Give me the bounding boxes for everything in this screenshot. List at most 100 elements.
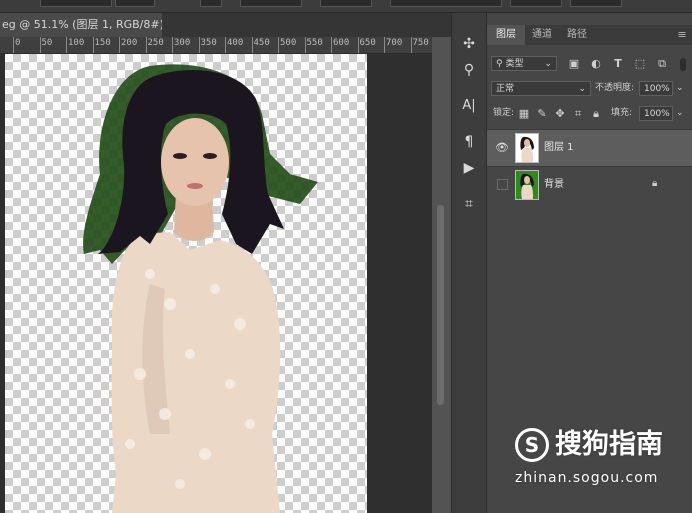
ruler-label: 600 <box>333 38 350 48</box>
layer-thumbnail <box>515 170 539 200</box>
option-field[interactable] <box>40 0 112 7</box>
ruler-tick <box>119 37 120 53</box>
eye-icon[interactable]: 👁︎ <box>495 141 509 154</box>
face <box>161 118 229 206</box>
layer-thumbnail-image <box>520 136 534 162</box>
options-bar <box>0 0 692 13</box>
ruler-label: 650 <box>359 38 376 48</box>
opacity-chevron-icon[interactable]: ⌄ <box>676 81 684 96</box>
layer-thumbnail <box>515 133 539 163</box>
option-field[interactable] <box>200 0 222 7</box>
ruler-label: 150 <box>94 38 111 48</box>
watermark-brand: 搜狗指南 <box>555 429 663 460</box>
woman-cutout-image <box>83 64 318 513</box>
option-field[interactable] <box>115 0 155 7</box>
horizontal-ruler: 0 50 100 150 200 250 300 350 400 450 500 550 600 650 7… <box>0 37 432 54</box>
ruler-label: 250 <box>147 38 164 48</box>
ruler-tick <box>92 37 94 53</box>
watermark-url: zhinan.sogou.com <box>515 470 659 486</box>
lock-transparency-icon[interactable]: ▦ <box>517 107 531 121</box>
tab-strip <box>162 13 451 37</box>
ruler-tick <box>251 37 253 53</box>
ruler-tick <box>198 37 200 53</box>
lock-artboard-icon[interactable]: ⌗ <box>571 107 585 121</box>
layer-row[interactable]: 👁︎ 图层 1 <box>487 129 692 166</box>
panel-tabs: 图层 通道 路径 ≡ <box>487 25 692 45</box>
layer-row[interactable]: 背景 🔒︎ <box>487 166 692 203</box>
lock-move-icon[interactable]: ✥ <box>553 107 567 121</box>
ruler-tick <box>145 37 147 53</box>
sogou-watermark: S 搜狗指南 zhinan.sogou.com <box>515 425 685 490</box>
ruler-label: 400 <box>227 38 244 48</box>
ruler-label: 50 <box>41 38 53 48</box>
ruler-label: 0 <box>15 38 21 48</box>
blend-mode-value: 正常 <box>496 84 515 94</box>
opacity-input[interactable]: 100% <box>639 81 673 96</box>
ruler-label: 450 <box>253 38 270 48</box>
ruler-tick <box>13 37 14 53</box>
sogou-logo-icon: S <box>515 428 549 462</box>
tab-paths[interactable]: 路径 <box>559 25 595 45</box>
option-field[interactable] <box>320 0 372 7</box>
fill-input[interactable]: 100% <box>639 106 673 121</box>
layer-filter-label: 类型 <box>505 59 524 69</box>
ruler-tick <box>278 37 279 53</box>
lock-icon: 🔒︎ <box>652 178 658 189</box>
canvas-area[interactable] <box>0 54 432 513</box>
filter-toggle[interactable] <box>680 58 686 71</box>
smartobject-filter-icon[interactable]: ⧉ <box>655 57 669 71</box>
ruler-label: 300 <box>174 38 191 48</box>
ruler-tick <box>357 37 359 53</box>
document-tab-title: eg @ 51.1% (图层 1, RGB/8#) * <box>2 18 162 31</box>
tab-layers[interactable]: 图层 <box>487 25 525 45</box>
visibility-toggle[interactable] <box>497 179 508 190</box>
image-filter-icon[interactable]: ▣ <box>567 57 581 71</box>
chevron-down-icon: ⌄ <box>578 84 586 94</box>
option-field[interactable] <box>240 0 302 7</box>
paragraph-icon[interactable]: ¶ <box>458 131 480 153</box>
character-icon[interactable]: A| <box>458 95 480 117</box>
ruler-label: 350 <box>200 38 217 48</box>
ruler-tick <box>225 37 226 53</box>
puzzle-icon[interactable]: ✣ <box>458 33 480 55</box>
chevron-down-icon: ⌄ <box>544 59 552 69</box>
crop-icon[interactable]: ⌗ <box>458 193 480 215</box>
ruler-tick <box>331 37 332 53</box>
layer-filter-select[interactable]: ⚲ 类型 ⌄ <box>491 56 557 71</box>
lock-all-icon[interactable]: 🔒︎ <box>589 107 603 121</box>
document-tab[interactable]: eg @ 51.1% (图层 1, RGB/8#) * <box>0 13 162 37</box>
text-filter-icon[interactable]: T <box>611 57 625 71</box>
vertical-scrollbar-thumb[interactable] <box>437 205 444 405</box>
ruler-tick <box>384 37 385 53</box>
ruler-label: 550 <box>306 38 323 48</box>
adjustment-filter-icon[interactable]: ◐ <box>589 57 603 71</box>
ruler-label: 100 <box>68 38 85 48</box>
stamp-icon[interactable]: ⚲ <box>458 59 480 81</box>
fill-label: 填充: <box>611 108 633 118</box>
ruler-tick <box>66 37 67 53</box>
panel-menu-icon[interactable]: ≡ <box>675 25 689 45</box>
lock-label: 锁定: <box>493 108 515 118</box>
ruler-label: 700 <box>386 38 403 48</box>
option-field[interactable] <box>390 0 502 7</box>
ruler-tick <box>410 37 412 53</box>
option-field[interactable] <box>570 0 622 7</box>
fill-chevron-icon[interactable]: ⌄ <box>676 106 684 121</box>
blend-mode-select[interactable]: 正常 ⌄ <box>491 81 591 96</box>
shape-filter-icon[interactable]: ⬚ <box>633 57 647 71</box>
opacity-label: 不透明度: <box>595 83 635 93</box>
search-icon: ⚲ <box>496 59 503 69</box>
play-icon[interactable]: ▶ <box>458 157 480 179</box>
ruler-tick <box>172 37 173 53</box>
ruler-tick <box>39 37 41 53</box>
tab-channels[interactable]: 通道 <box>525 25 559 45</box>
lock-paint-icon[interactable]: ✎ <box>535 107 549 121</box>
panel-tool-strip: ✣ ⚲ A| ¶ ▶ ⌗ <box>451 13 487 513</box>
option-field[interactable] <box>510 0 562 7</box>
layer-name: 图层 1 <box>544 142 574 153</box>
ruler-label: 500 <box>280 38 297 48</box>
ruler-tick <box>304 37 306 53</box>
ruler-label: 750 <box>412 38 429 48</box>
layer-thumbnail-image <box>520 173 534 199</box>
layer-name: 背景 <box>544 179 564 190</box>
